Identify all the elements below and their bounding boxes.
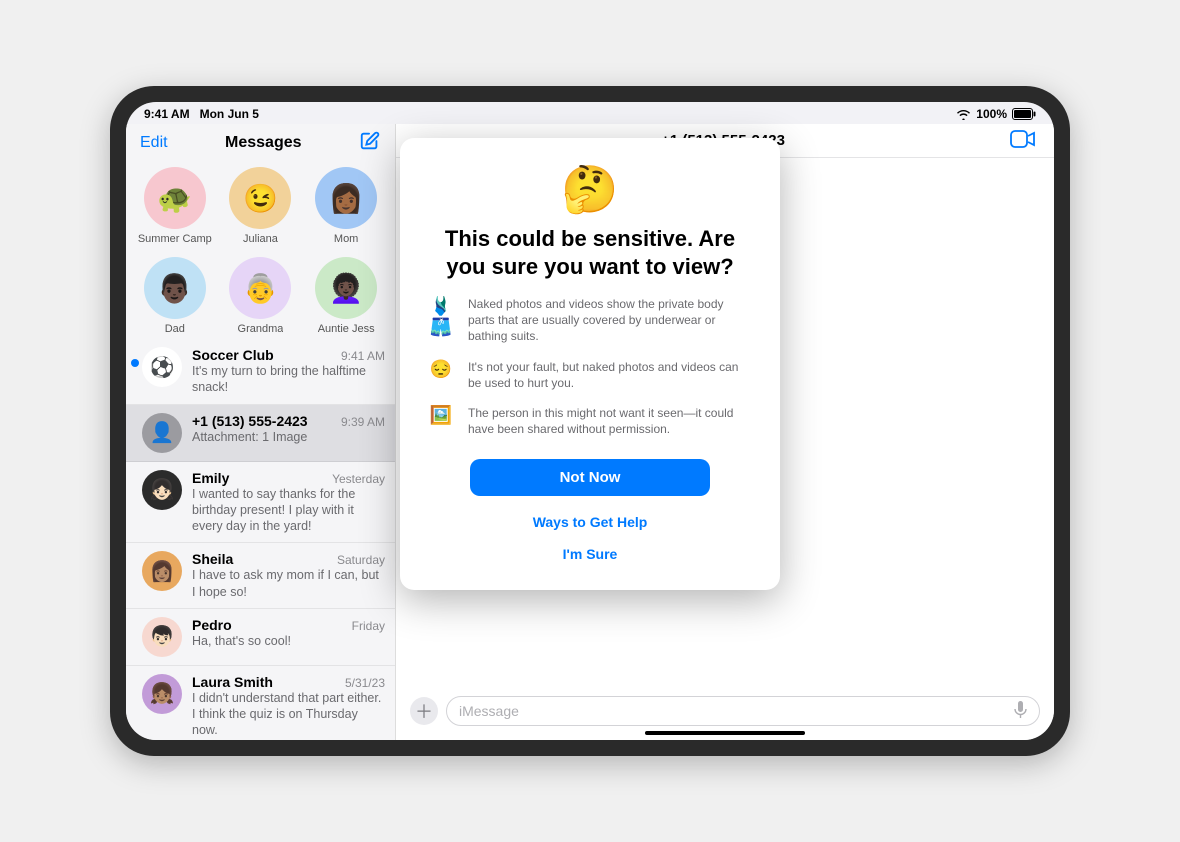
bullet-icon: 🖼️ xyxy=(428,405,454,426)
avatar: 🐢 xyxy=(144,167,206,229)
avatar: 👦🏻 xyxy=(142,617,182,657)
bullet-icon: 🩱🩳 xyxy=(428,296,454,338)
pinned-label: Auntie Jess xyxy=(318,323,375,335)
facetime-button[interactable] xyxy=(1010,130,1036,151)
ways-to-get-help-button[interactable]: Ways to Get Help xyxy=(527,508,654,536)
im-sure-button[interactable]: I'm Sure xyxy=(557,540,624,568)
conversation-time: 9:39 AM xyxy=(341,415,385,429)
compose-button[interactable] xyxy=(359,130,381,155)
conversation-time: 9:41 AM xyxy=(341,349,385,363)
mic-icon[interactable] xyxy=(1014,701,1027,722)
avatar: 👧🏽 xyxy=(142,674,182,714)
pinned-contact[interactable]: 😉 Juliana xyxy=(222,167,298,245)
wifi-icon xyxy=(956,109,971,120)
conversation-preview: I didn't understand that part either. I … xyxy=(192,690,385,739)
conversation-time: Saturday xyxy=(337,553,385,567)
message-input[interactable]: iMessage xyxy=(446,696,1040,726)
pinned-label: Juliana xyxy=(243,233,278,245)
battery-icon xyxy=(1012,108,1036,120)
conversation-preview: Attachment: 1 Image xyxy=(192,429,385,445)
pinned-contact[interactable]: 👵 Grandma xyxy=(222,257,298,335)
conversation-item[interactable]: 👧🏽 Laura Smith 5/31/23 I didn't understa… xyxy=(126,666,395,740)
not-now-button[interactable]: Not Now xyxy=(470,459,710,496)
conversation-item[interactable]: 👦🏻 Pedro Friday Ha, that's so cool! xyxy=(126,609,395,666)
pinned-label: Summer Camp xyxy=(138,233,212,245)
sidebar: Edit Messages 🐢 Summer Camp 😉 Juliana 👩🏾 Mom 👨… xyxy=(126,124,396,740)
conversation-time: 5/31/23 xyxy=(345,676,385,690)
modal-emoji: 🤔 xyxy=(428,162,752,217)
conversation-item[interactable]: ⚽ Soccer Club 9:41 AM It's my turn to br… xyxy=(126,339,395,405)
bullet-text: Naked photos and videos show the private… xyxy=(468,296,752,345)
conversation-preview: Ha, that's so cool! xyxy=(192,633,385,649)
ipad-frame: 9:41 AM Mon Jun 5 100% Edit Messages xyxy=(110,86,1070,756)
conversation-name: Laura Smith xyxy=(192,674,273,690)
pinned-contact[interactable]: 🐢 Summer Camp xyxy=(137,167,213,245)
bullet-text: The person in this might not want it see… xyxy=(468,405,752,437)
conversation-list: ⚽ Soccer Club 9:41 AM It's my turn to br… xyxy=(126,339,395,740)
pinned-label: Grandma xyxy=(238,323,284,335)
conversation-name: Emily xyxy=(192,470,229,486)
modal-title: This could be sensitive. Are you sure yo… xyxy=(428,225,752,280)
unread-dot xyxy=(131,359,139,367)
avatar: 👩🏽 xyxy=(142,551,182,591)
home-indicator xyxy=(645,731,805,735)
message-placeholder: iMessage xyxy=(459,703,519,719)
conversation-preview: I wanted to say thanks for the birthday … xyxy=(192,486,385,535)
attach-button[interactable]: ＋ xyxy=(410,697,438,725)
avatar: 👤 xyxy=(142,413,182,453)
pinned-contact[interactable]: 👩🏾 Mom xyxy=(308,167,384,245)
conversation-item[interactable]: 👤 +1 (513) 555-2423 9:39 AM Attachment: … xyxy=(126,405,395,462)
status-time: 9:41 AM xyxy=(144,107,190,121)
modal-bullet: 😔 It's not your fault, but naked photos a… xyxy=(428,359,752,391)
avatar: 👧🏻 xyxy=(142,470,182,510)
conversation-name: Pedro xyxy=(192,617,232,633)
avatar: 👩🏿‍🦱 xyxy=(315,257,377,319)
avatar: 👨🏿 xyxy=(144,257,206,319)
pinned-label: Mom xyxy=(334,233,358,245)
modal-bullet: 🖼️ The person in this might not want it s… xyxy=(428,405,752,437)
sensitive-content-modal: 🤔 This could be sensitive. Are you sure … xyxy=(400,138,780,590)
pinned-label: Dad xyxy=(165,323,185,335)
avatar: 👩🏾 xyxy=(315,167,377,229)
conversation-time: Friday xyxy=(352,619,385,633)
screen: 9:41 AM Mon Jun 5 100% Edit Messages xyxy=(126,102,1054,740)
conversation-time: Yesterday xyxy=(332,472,385,486)
conversation-name: Sheila xyxy=(192,551,233,567)
conversation-name: Soccer Club xyxy=(192,347,274,363)
pinned-contact[interactable]: 👩🏿‍🦱 Auntie Jess xyxy=(308,257,384,335)
conversation-preview: It's my turn to bring the halftime snack… xyxy=(192,363,385,396)
conversation-name: +1 (513) 555-2423 xyxy=(192,413,308,429)
modal-bullet: 🩱🩳 Naked photos and videos show the priva… xyxy=(428,296,752,345)
conversation-preview: I have to ask my mom if I can, but I hop… xyxy=(192,567,385,600)
status-date: Mon Jun 5 xyxy=(200,107,259,121)
avatar: 👵 xyxy=(229,257,291,319)
conversation-item[interactable]: 👧🏻 Emily Yesterday I wanted to say thank… xyxy=(126,462,395,544)
sidebar-title: Messages xyxy=(225,134,302,152)
battery-percent: 100% xyxy=(976,107,1007,121)
status-bar: 9:41 AM Mon Jun 5 100% xyxy=(126,102,1054,124)
bullet-icon: 😔 xyxy=(428,359,454,380)
avatar: ⚽ xyxy=(142,347,182,387)
edit-button[interactable]: Edit xyxy=(140,134,168,152)
pinned-contact[interactable]: 👨🏿 Dad xyxy=(137,257,213,335)
bullet-text: It's not your fault, but naked photos an… xyxy=(468,359,752,391)
conversation-item[interactable]: 👩🏽 Sheila Saturday I have to ask my mom … xyxy=(126,543,395,609)
avatar: 😉 xyxy=(229,167,291,229)
